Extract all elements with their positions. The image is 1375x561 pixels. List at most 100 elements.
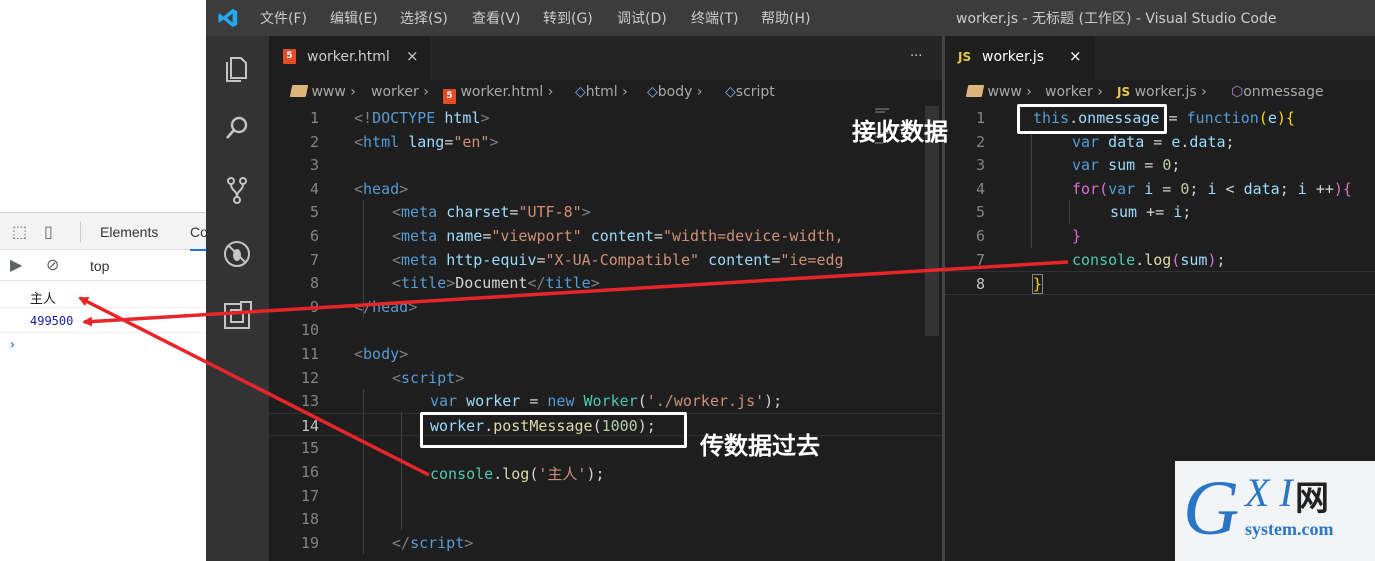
- code-line: 5 sum += i;: [945, 200, 1375, 224]
- code-text: var data = e.data;: [1072, 132, 1235, 151]
- tab-strip: JS worker.js ×: [945, 36, 1375, 80]
- more-actions-icon[interactable]: ···: [910, 49, 922, 64]
- breadcrumb: www › worker › 5 worker.html › ◇html › ◇…: [269, 80, 942, 106]
- line-number: 9: [309, 297, 319, 316]
- logo-letters-xi: X I: [1245, 470, 1293, 515]
- tab-worker-js[interactable]: JS worker.js ×: [945, 36, 1095, 80]
- breadcrumb-item[interactable]: JS worker.js ›: [1117, 84, 1207, 100]
- code-line: 16 console.log('主人');: [269, 460, 942, 484]
- source-control-icon[interactable]: [221, 174, 253, 206]
- breadcrumb-item[interactable]: ◇script: [725, 84, 775, 100]
- code-text: <meta http-equiv="X-UA-Compatible" conte…: [392, 250, 844, 269]
- breadcrumb-item[interactable]: 5 worker.html ›: [443, 84, 553, 104]
- breadcrumb-label: www: [987, 84, 1022, 100]
- breadcrumb-label: script: [735, 84, 775, 100]
- code-text: console.log(sum);: [1072, 250, 1226, 269]
- menu-view[interactable]: 查看(V): [472, 8, 521, 28]
- code-text: <meta name="viewport" content="width=dev…: [392, 227, 844, 245]
- code-line: 3: [269, 153, 942, 177]
- logo-domain: system.com: [1245, 519, 1334, 539]
- toolbar-divider: [80, 222, 81, 242]
- tab-label: worker.js: [982, 49, 1045, 65]
- folder-icon: [289, 85, 309, 97]
- code-text: <!DOCTYPE html>: [354, 109, 490, 127]
- line-number: 7: [975, 250, 985, 269]
- code-text: var worker = new Worker('./worker.js');: [430, 392, 783, 411]
- code-line: 4 for(var i = 0; i < data; i ++){: [945, 177, 1375, 201]
- line-number: 5: [309, 203, 319, 222]
- watermark-logo: G X I 网 system.com: [1175, 461, 1375, 561]
- console-log-line: 499500: [0, 309, 206, 333]
- line-number: 11: [300, 345, 319, 363]
- context-selector[interactable]: top: [90, 258, 109, 274]
- code-line: 1 <!DOCTYPE html>: [269, 106, 942, 130]
- line-number: 5: [975, 203, 985, 222]
- inspect-element-icon[interactable]: ⬚: [12, 222, 27, 241]
- breadcrumb-item[interactable]: www ›: [289, 84, 356, 100]
- code-line: 13 var worker = new Worker('./worker.js')…: [269, 389, 942, 413]
- menu-edit[interactable]: 编辑(E): [330, 8, 378, 28]
- code-text: <script>: [392, 368, 465, 387]
- console-log-text: 主人: [30, 292, 57, 307]
- line-number: 12: [300, 368, 319, 387]
- tab-elements[interactable]: Elements: [100, 224, 158, 240]
- search-icon[interactable]: [221, 112, 253, 144]
- devtools-tab-bar: ⬚ ▯ Elements Co: [0, 212, 208, 251]
- code-line: 18: [269, 507, 942, 531]
- breadcrumb-item[interactable]: ⬡onmessage: [1231, 84, 1324, 100]
- breadcrumb-item[interactable]: ◇body ›: [647, 84, 702, 100]
- breadcrumb: www › worker › JS worker.js › ⬡onmessage: [945, 80, 1375, 106]
- code-text: <html lang="en">: [354, 132, 499, 151]
- tab-worker-html[interactable]: 5 worker.html ×: [269, 36, 430, 80]
- menu-file[interactable]: 文件(F): [260, 8, 307, 28]
- clear-console-icon[interactable]: ⊘: [46, 255, 59, 274]
- menu-selection[interactable]: 选择(S): [400, 8, 448, 28]
- breadcrumb-item[interactable]: worker ›: [371, 84, 429, 100]
- close-icon[interactable]: ×: [406, 47, 419, 65]
- breadcrumb-item[interactable]: www ›: [965, 84, 1032, 100]
- debug-icon[interactable]: [221, 238, 253, 270]
- explorer-icon[interactable]: [221, 52, 253, 84]
- title-bar: 文件(F) 编辑(E) 选择(S) 查看(V) 转到(G) 调试(D) 终端(T…: [206, 0, 1375, 36]
- highlight-box-onmessage: [1017, 104, 1167, 134]
- device-toolbar-icon[interactable]: ▯: [44, 222, 53, 241]
- line-number: 17: [300, 486, 319, 505]
- menu-help[interactable]: 帮助(H): [761, 8, 810, 28]
- line-number: 8: [975, 275, 985, 294]
- menu-terminal[interactable]: 终端(T): [691, 8, 738, 28]
- code-line: 8 <title>Document</title>: [269, 271, 942, 295]
- extensions-icon[interactable]: [221, 300, 253, 332]
- line-number: 3: [309, 156, 319, 175]
- symbol-icon: ◇: [575, 84, 586, 100]
- console-log-line: 主人: [0, 284, 206, 308]
- close-icon[interactable]: ×: [1069, 47, 1082, 65]
- line-number: 18: [300, 510, 319, 529]
- console-prompt-icon: ›: [8, 337, 17, 353]
- code-line: 7 <meta http-equiv="X-UA-Compatible" cont…: [269, 248, 942, 272]
- code-line: 3 var sum = 0;: [945, 153, 1375, 177]
- code-text: </head>: [354, 297, 418, 316]
- activity-bar: [206, 36, 269, 561]
- show-sidebar-icon[interactable]: ▶: [10, 255, 22, 274]
- highlight-box-postmessage: [420, 412, 687, 448]
- code-text: for(var i = 0; i < data; i ++){: [1072, 179, 1352, 198]
- code-text: <title>Document</title>: [392, 274, 600, 293]
- code-text: }: [1072, 227, 1082, 245]
- code-line: 19 </script>: [269, 531, 942, 555]
- code-editor[interactable]: 1 <!DOCTYPE html> 2 <html lang="en"> 3 4 <h…: [269, 106, 942, 561]
- code-text: var sum = 0;: [1072, 156, 1181, 175]
- code-text: console.log('主人');: [430, 465, 605, 483]
- menu-go[interactable]: 转到(G): [543, 8, 593, 28]
- console-prompt-line[interactable]: ›: [0, 334, 206, 358]
- line-number: 6: [975, 227, 985, 245]
- breadcrumb-item[interactable]: worker ›: [1045, 84, 1103, 100]
- js-file-icon: JS: [1117, 85, 1131, 99]
- breadcrumb-item[interactable]: ◇html ›: [575, 84, 628, 100]
- code-line: 4 <head>: [269, 177, 942, 201]
- menu-debug[interactable]: 调试(D): [617, 8, 667, 28]
- symbol-icon: ◇: [647, 84, 658, 100]
- breadcrumb-label: html: [585, 84, 618, 100]
- code-line: 6 <meta name="viewport" content="width=de…: [269, 224, 942, 248]
- breadcrumb-label: worker.js: [1134, 84, 1197, 100]
- annotation-receive-label: 接收数据: [852, 118, 948, 146]
